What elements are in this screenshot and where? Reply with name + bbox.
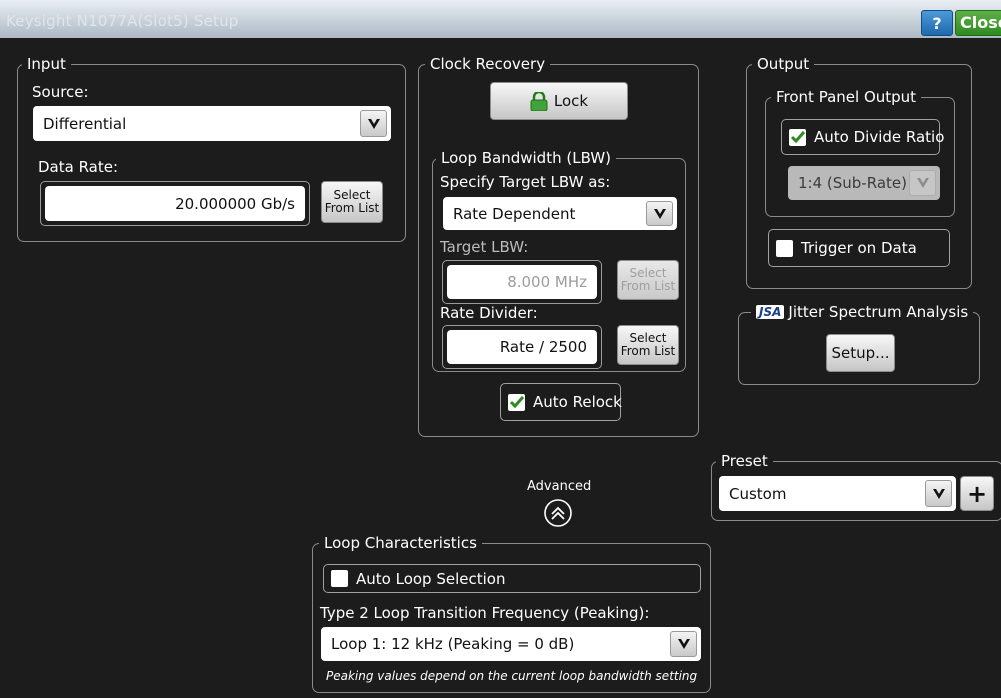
peaking-note: Peaking values depend on the current loo… [326,669,698,683]
front-panel-output-group: Front Panel Output Auto Divide Ratio 1:4… [765,88,955,217]
data-rate-input[interactable]: 20.000000 Gb/s [45,186,305,221]
clock-recovery-legend: Clock Recovery [425,55,551,73]
checkbox-unchecked-icon [776,239,793,257]
front-panel-output-legend: Front Panel Output [771,88,922,106]
data-rate-label: Data Rate: [38,158,119,176]
auto-loop-selection-label: Auto Loop Selection [356,569,506,588]
preset-dropdown[interactable]: Custom [719,476,956,511]
divide-ratio-dropdown: 1:4 (Sub-Rate) [788,166,940,200]
target-lbw-input: 8.000 MHz [447,265,597,299]
rate-divider-field[interactable]: Rate / 2500 [442,325,602,369]
advanced-label: Advanced [527,479,592,494]
chevron-down-icon [670,631,697,657]
trigger-on-data-label: Trigger on Data [801,239,917,257]
select-line2: From List [324,201,380,215]
lbw-group: Loop Bandwidth (LBW) Specify Target LBW … [432,149,686,372]
data-rate-field[interactable]: 20.000000 Gb/s [40,181,310,226]
jsa-title: Jitter Spectrum Analysis [788,303,969,321]
lock-button[interactable]: Lock [490,82,628,120]
close-button[interactable]: Close [955,10,1001,36]
target-lbw-select-button: Select From List [617,260,679,300]
chevron-down-icon [646,201,673,226]
auto-divide-ratio-label: Auto Divide Ratio [814,128,945,146]
checkbox-unchecked-icon [331,570,348,587]
jsa-badge: JSA [756,305,785,319]
preset-group: Preset Custom + [711,452,1001,521]
lock-icon [530,91,548,111]
output-legend: Output [752,55,815,73]
specify-lbw-dropdown[interactable]: Rate Dependent [443,197,677,230]
auto-relock-checkbox[interactable]: Auto Relock [500,383,622,421]
jsa-group: JSA Jitter Spectrum Analysis Setup... [738,303,980,385]
target-lbw-label: Target LBW: [440,238,529,256]
help-button[interactable]: ? [921,10,953,36]
rate-divider-label: Rate Divider: [440,304,538,322]
output-group: Output Front Panel Output Auto Divide Ra… [746,55,972,289]
jsa-legend: JSA Jitter Spectrum Analysis [751,303,974,321]
advanced-collapse-icon[interactable] [543,498,573,528]
divide-ratio-value: 1:4 (Sub-Rate) [798,174,907,192]
type2-loop-value: Loop 1: 12 kHz (Peaking = 0 dB) [331,635,575,653]
clock-recovery-group: Clock Recovery Lock Loop Bandwidth (LBW)… [418,55,699,437]
specify-lbw-value: Rate Dependent [453,204,576,223]
select-line2: From List [620,344,676,358]
auto-relock-label: Auto Relock [533,393,622,411]
data-rate-select-button[interactable]: Select From List [321,181,383,223]
window-title: Keysight N1077A(Slot5) Setup [6,12,239,30]
chevron-down-icon [360,110,387,137]
select-line1: Select [629,266,667,280]
select-line1: Select [629,331,667,345]
input-group: Input Source: Differential Data Rate: 20… [17,55,406,242]
select-line2: From List [620,279,676,293]
specify-lbw-label: Specify Target LBW as: [440,173,611,191]
loop-characteristics-group: Loop Characteristics Auto Loop Selection… [312,534,711,693]
source-value: Differential [43,114,127,133]
lbw-legend: Loop Bandwidth (LBW) [436,149,617,167]
checkbox-checked-icon [789,128,806,146]
rate-divider-select-button[interactable]: Select From List [617,325,679,365]
loop-characteristics-legend: Loop Characteristics [319,534,482,552]
auto-loop-selection-checkbox[interactable]: Auto Loop Selection [323,564,701,593]
select-line1: Select [333,188,371,202]
target-lbw-field: 8.000 MHz [442,260,602,304]
source-label: Source: [32,83,89,101]
trigger-on-data-checkbox[interactable]: Trigger on Data [768,229,950,267]
plus-icon: + [966,479,988,508]
input-legend: Input [22,55,71,73]
preset-legend: Preset [716,452,773,470]
jsa-setup-button[interactable]: Setup... [826,334,895,372]
preset-value: Custom [729,484,787,503]
add-preset-button[interactable]: + [960,476,994,511]
chevron-down-icon [909,170,936,196]
chevron-down-icon [925,480,952,507]
lock-label: Lock [553,92,589,110]
source-dropdown[interactable]: Differential [33,106,391,141]
type2-loop-dropdown[interactable]: Loop 1: 12 kHz (Peaking = 0 dB) [321,627,701,661]
rate-divider-input[interactable]: Rate / 2500 [447,330,597,364]
type2-loop-label: Type 2 Loop Transition Frequency (Peakin… [320,604,650,622]
checkbox-checked-icon [508,393,525,411]
auto-divide-ratio-checkbox[interactable]: Auto Divide Ratio [781,119,944,155]
title-bar: Keysight N1077A(Slot5) Setup ? Close [0,0,1001,38]
